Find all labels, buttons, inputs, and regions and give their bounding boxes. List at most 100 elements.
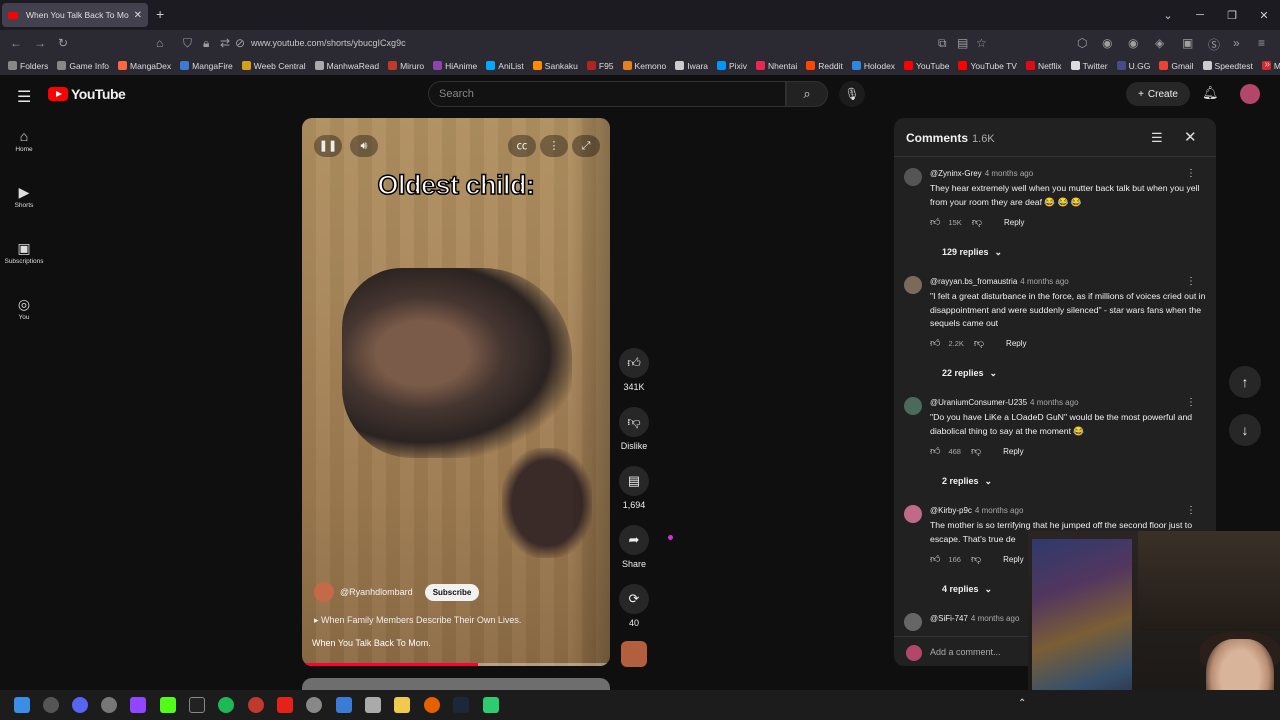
- bookmark-item[interactable]: Kemono: [622, 61, 666, 71]
- search-taskbar-icon[interactable]: [43, 697, 59, 713]
- bookmark-star-icon[interactable]: ☆: [976, 36, 987, 50]
- kick-icon[interactable]: [160, 697, 176, 713]
- shield-icon[interactable]: ⛉: [183, 36, 192, 51]
- volume-button[interactable]: 🔊︎: [350, 135, 378, 157]
- bookmark-item[interactable]: Nhentai: [755, 61, 797, 71]
- bookmark-item[interactable]: Twitter: [1070, 61, 1108, 71]
- comment-avatar[interactable]: [904, 397, 922, 415]
- overflow-chevron-icon[interactable]: »: [1233, 36, 1240, 50]
- minimize-button[interactable]: ─: [1184, 9, 1216, 21]
- video-progress-bar[interactable]: [302, 663, 610, 666]
- account-avatar[interactable]: [1240, 84, 1260, 104]
- forward-icon[interactable]: →: [34, 36, 46, 50]
- bookmark-item[interactable]: Gmail: [1159, 61, 1194, 71]
- thumbs-up-icon[interactable]: 👍︎: [930, 216, 940, 228]
- thumbs-down-icon[interactable]: 👎︎: [972, 216, 982, 228]
- screenshot-icon[interactable]: ⧉: [938, 36, 947, 51]
- bookmark-item[interactable]: Pixiv: [717, 61, 747, 71]
- comment-more-icon[interactable]: ⋮: [1186, 276, 1196, 287]
- voice-search-button[interactable]: 🎙︎: [839, 81, 865, 107]
- previous-short-button[interactable]: ↑: [1229, 366, 1261, 398]
- menu-icon[interactable]: ≡: [1258, 36, 1265, 50]
- comment-author[interactable]: @Zyninx-Grey: [930, 169, 982, 178]
- comment-author[interactable]: @SiFi-747: [930, 614, 968, 623]
- bookmark-item[interactable]: YouTube TV: [958, 61, 1017, 71]
- replies-toggle[interactable]: 4 replies ⌄: [942, 584, 992, 595]
- bookmark-item[interactable]: Miruro: [388, 61, 424, 71]
- bookmark-item[interactable]: Netflix: [1025, 61, 1062, 71]
- twitch-icon[interactable]: [130, 697, 146, 713]
- bookmark-item[interactable]: U.GG: [1116, 61, 1150, 71]
- extension-e-icon[interactable]: Ⓢ: [1208, 36, 1220, 53]
- sidebar-item-you[interactable]: ◎ You: [0, 294, 48, 344]
- system-tray-chevron-icon[interactable]: ⌃: [1018, 698, 1026, 709]
- list-tabs-icon[interactable]: ⌄: [1152, 9, 1184, 22]
- share-button[interactable]: ➦: [619, 525, 649, 555]
- channel-name[interactable]: @Ryanhdlombard: [340, 587, 413, 597]
- replies-toggle[interactable]: 129 replies ⌄: [942, 247, 1002, 258]
- firefox-icon[interactable]: [424, 697, 440, 713]
- app-red-icon[interactable]: [248, 697, 264, 713]
- extension-b-icon[interactable]: ◉: [1128, 36, 1138, 50]
- comment-avatar[interactable]: [904, 168, 922, 186]
- sort-icon[interactable]: ☰: [1151, 130, 1163, 146]
- url-bar[interactable]: www.youtube.com/shorts/ybucgICxg9c: [251, 38, 406, 48]
- close-icon[interactable]: ✕: [1184, 128, 1197, 146]
- bookmark-item[interactable]: YouTube: [904, 61, 949, 71]
- sidebar-item-home[interactable]: ⌂ Home: [0, 126, 48, 176]
- bookmark-item[interactable]: Reddit: [806, 61, 843, 71]
- thumbs-down-icon[interactable]: 👎︎: [971, 445, 981, 457]
- back-icon[interactable]: ←: [10, 36, 22, 50]
- bookmark-item[interactable]: MangaDex: [118, 61, 171, 71]
- steam-icon[interactable]: [453, 697, 469, 713]
- file-explorer-icon[interactable]: [394, 697, 410, 713]
- close-window-button[interactable]: ✕: [1248, 9, 1280, 22]
- more-options-button[interactable]: ⋮: [540, 135, 568, 157]
- bookmark-item[interactable]: Iwara: [675, 61, 708, 71]
- pause-button[interactable]: ❚❚: [314, 135, 342, 157]
- subscribe-button[interactable]: Subscribe: [424, 583, 480, 601]
- notifications-bell-icon[interactable]: 🔔︎: [1202, 85, 1219, 101]
- fullscreen-button[interactable]: ⤢: [572, 135, 600, 157]
- comment-more-icon[interactable]: ⋮: [1186, 168, 1196, 179]
- comment-avatar[interactable]: [904, 505, 922, 523]
- permissions-icon[interactable]: ⇄: [220, 36, 230, 50]
- start-menu-icon[interactable]: [14, 697, 30, 713]
- spotify-icon[interactable]: [218, 697, 234, 713]
- comment-more-icon[interactable]: ⋮: [1186, 505, 1196, 516]
- extension-a-icon[interactable]: ◉: [1102, 36, 1112, 50]
- create-button[interactable]: + Create: [1126, 82, 1190, 106]
- extension-c-icon[interactable]: ◈: [1155, 36, 1164, 50]
- reload-icon[interactable]: ↻: [58, 36, 68, 50]
- bookmark-item[interactable]: ManhwaRead: [314, 61, 379, 71]
- sound-thumbnail[interactable]: [621, 641, 647, 667]
- comments-button[interactable]: ▤: [619, 466, 649, 496]
- remix-button[interactable]: ⟳: [619, 584, 649, 614]
- bookmark-item[interactable]: Holodex: [851, 61, 895, 71]
- bookmark-item[interactable]: Game Info: [57, 61, 109, 71]
- replies-toggle[interactable]: 2 replies ⌄: [942, 476, 992, 487]
- bookmark-item[interactable]: Speedtest: [1202, 61, 1253, 71]
- lock-icon[interactable]: 🔒︎: [203, 36, 209, 51]
- thumbs-down-icon[interactable]: 👎︎: [974, 337, 984, 349]
- home-icon[interactable]: ⌂: [156, 36, 163, 50]
- video-title[interactable]: When You Talk Back To Mom.: [312, 638, 431, 648]
- dislike-button[interactable]: 👎︎: [619, 407, 649, 437]
- replies-toggle[interactable]: 22 replies ⌄: [942, 368, 997, 379]
- reply-button[interactable]: Reply: [1003, 447, 1023, 456]
- like-button[interactable]: 👍︎: [619, 348, 649, 378]
- captions-button[interactable]: ㏄: [508, 135, 536, 157]
- new-tab-button[interactable]: +: [156, 6, 164, 22]
- app-green-icon[interactable]: [483, 697, 499, 713]
- browser-tab[interactable]: When You Talk Back To Mo ✕: [2, 3, 148, 27]
- bookmark-item[interactable]: Sankaku: [532, 61, 578, 71]
- comment-author[interactable]: @UraniumConsumer-U235: [930, 398, 1027, 407]
- guide-menu-icon[interactable]: ☰: [17, 87, 31, 107]
- comment-avatar[interactable]: [904, 613, 922, 631]
- app-icon[interactable]: [101, 697, 117, 713]
- add-comment-input[interactable]: Add a comment...: [930, 647, 1001, 657]
- sidebar-item-shorts[interactable]: ▶ Shorts: [0, 182, 48, 232]
- extensions-icon[interactable]: ⬡: [1077, 36, 1087, 50]
- youtube-taskbar-icon[interactable]: [277, 697, 293, 713]
- music-row[interactable]: ▸ When Family Members Describe Their Own…: [314, 615, 521, 626]
